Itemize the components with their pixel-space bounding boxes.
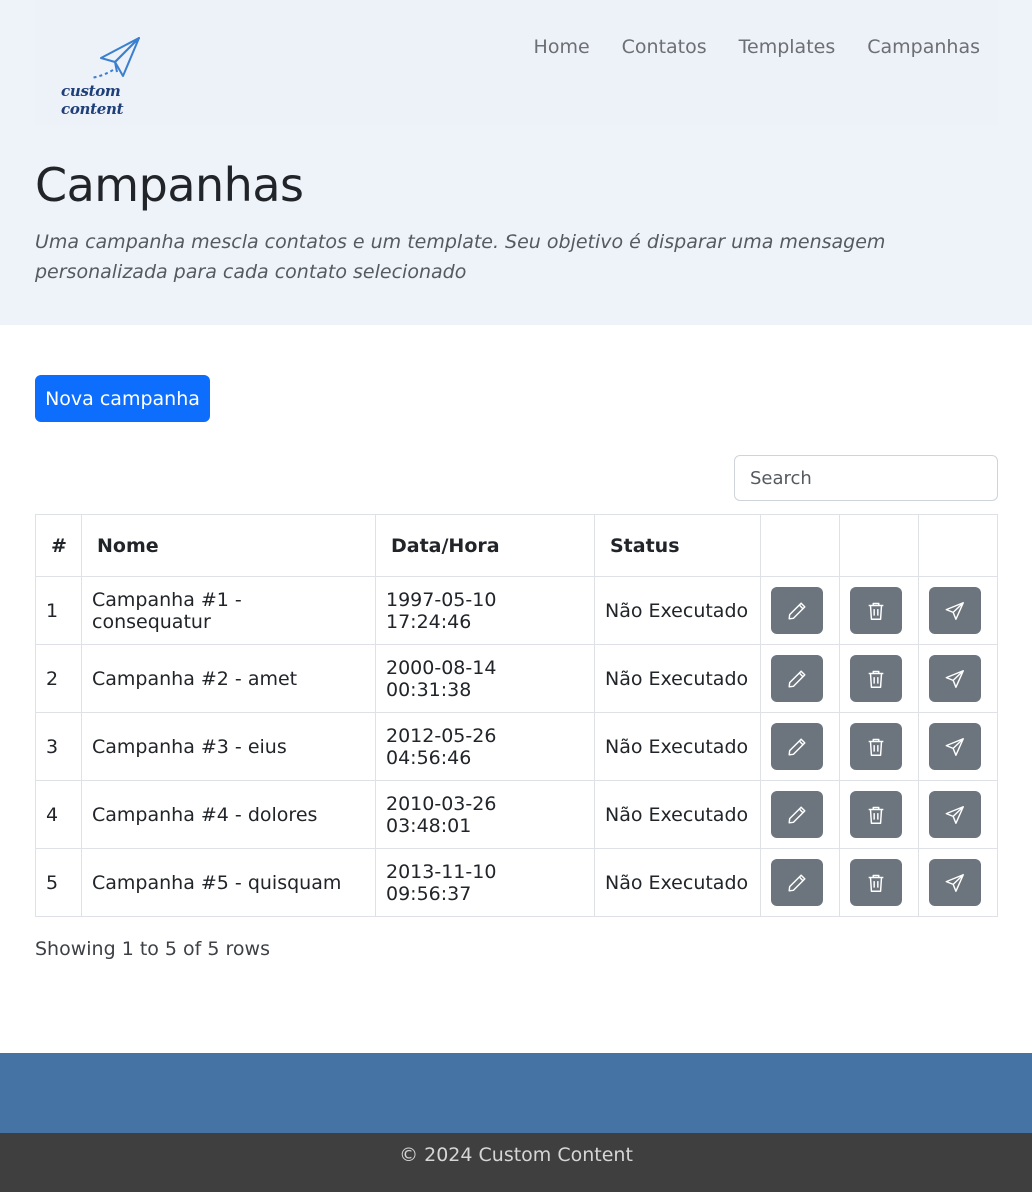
cell-status: Não Executado — [594, 780, 761, 849]
cell-nome: Campanha #1 - consequatur — [81, 576, 376, 645]
send-icon — [944, 600, 966, 622]
cell-status: Não Executado — [594, 712, 761, 781]
main-nav: Home Contatos Templates Campanhas — [518, 34, 980, 60]
header-send — [918, 514, 998, 577]
header-nome[interactable]: Nome — [81, 514, 376, 577]
cell-status: Não Executado — [594, 848, 761, 917]
edit-button[interactable] — [771, 655, 823, 702]
pencil-icon — [786, 736, 808, 758]
paper-plane-logo-icon — [90, 37, 140, 79]
delete-button[interactable] — [850, 859, 902, 906]
header-id[interactable]: # — [35, 514, 82, 577]
cell-status: Não Executado — [594, 644, 761, 713]
header-delete — [839, 514, 919, 577]
send-button[interactable] — [929, 859, 981, 906]
cell-status: Não Executado — [594, 576, 761, 645]
pagination-summary: Showing 1 to 5 of 5 rows — [35, 938, 270, 960]
delete-button[interactable] — [850, 655, 902, 702]
cell-id: 3 — [35, 712, 82, 781]
table-row[interactable]: 1 Campanha #1 - consequatur 1997-05-10 17:… — [35, 576, 998, 645]
cell-action — [918, 848, 998, 917]
hero-section: custom content Home Contatos Templates C… — [0, 0, 1032, 325]
delete-button[interactable] — [850, 723, 902, 770]
cell-action — [839, 780, 919, 849]
footer-copyright: © 2024 Custom Content — [399, 1144, 633, 1166]
cell-action — [839, 576, 919, 645]
nav-item-home[interactable]: Home — [518, 34, 606, 60]
cell-action — [918, 780, 998, 849]
new-campaign-button[interactable]: Nova campanha — [35, 375, 210, 422]
header-edit — [760, 514, 840, 577]
navbar: custom content Home Contatos Templates C… — [35, 0, 998, 125]
cell-data-hora: 1997-05-10 17:24:46 — [375, 576, 595, 645]
edit-button[interactable] — [771, 723, 823, 770]
pencil-icon — [786, 804, 808, 826]
send-button[interactable] — [929, 723, 981, 770]
trash-icon — [865, 804, 887, 826]
nav-item-templates[interactable]: Templates — [723, 34, 852, 60]
trash-icon — [865, 872, 887, 894]
cell-action — [918, 576, 998, 645]
header-status[interactable]: Status — [594, 514, 761, 577]
cell-nome: Campanha #4 - dolores — [81, 780, 376, 849]
campaigns-table: # Nome Data/Hora Status 1 Campanha #1 - c… — [35, 514, 998, 917]
cell-action — [918, 644, 998, 713]
delete-button[interactable] — [850, 791, 902, 838]
cell-action — [760, 644, 840, 713]
delete-button[interactable] — [850, 587, 902, 634]
brand-logo[interactable]: custom content — [61, 36, 171, 118]
send-icon — [944, 736, 966, 758]
table-row[interactable]: 4 Campanha #4 - dolores 2010-03-26 03:48:0… — [35, 780, 998, 849]
trash-icon — [865, 736, 887, 758]
page-subtitle: Uma campanha mescla contatos e um templa… — [35, 231, 886, 283]
table-row[interactable]: 5 Campanha #5 - quisquam 2013-11-10 09:56:… — [35, 848, 998, 917]
cell-action — [918, 712, 998, 781]
cell-action — [760, 780, 840, 849]
footer: © 2024 Custom Content — [0, 1133, 1032, 1192]
nav-item-contatos[interactable]: Contatos — [606, 34, 723, 60]
trash-icon — [865, 668, 887, 690]
cell-id: 2 — [35, 644, 82, 713]
pencil-icon — [786, 600, 808, 622]
table-row[interactable]: 3 Campanha #3 - eius 2012-05-26 04:56:46 Nã… — [35, 712, 998, 781]
cell-data-hora: 2013-11-10 09:56:37 — [375, 848, 595, 917]
trash-icon — [865, 600, 887, 622]
cell-data-hora: 2000-08-14 00:31:38 — [375, 644, 595, 713]
cell-id: 4 — [35, 780, 82, 849]
cell-action — [839, 848, 919, 917]
table-header-row: # Nome Data/Hora Status — [35, 514, 998, 577]
cell-id: 5 — [35, 848, 82, 917]
cell-action — [839, 644, 919, 713]
cell-data-hora: 2010-03-26 03:48:01 — [375, 780, 595, 849]
edit-button[interactable] — [771, 587, 823, 634]
cell-nome: Campanha #3 - eius — [81, 712, 376, 781]
cell-id: 1 — [35, 576, 82, 645]
cell-nome: Campanha #5 - quisquam — [81, 848, 376, 917]
page-title: Campanhas — [35, 158, 304, 212]
pencil-icon — [786, 668, 808, 690]
cell-action — [839, 712, 919, 781]
send-button[interactable] — [929, 791, 981, 838]
send-icon — [944, 668, 966, 690]
footer-band — [0, 1053, 1032, 1133]
send-icon — [944, 804, 966, 826]
send-icon — [944, 872, 966, 894]
nav-item-campanhas[interactable]: Campanhas — [851, 34, 980, 60]
cell-nome: Campanha #2 - amet — [81, 644, 376, 713]
cell-data-hora: 2012-05-26 04:56:46 — [375, 712, 595, 781]
brand-logo-text: custom content — [61, 82, 124, 118]
edit-button[interactable] — [771, 859, 823, 906]
pencil-icon — [786, 872, 808, 894]
edit-button[interactable] — [771, 791, 823, 838]
cell-action — [760, 848, 840, 917]
send-button[interactable] — [929, 655, 981, 702]
table-row[interactable]: 2 Campanha #2 - amet 2000-08-14 00:31:38 Nã… — [35, 644, 998, 713]
cell-action — [760, 576, 840, 645]
header-data-hora[interactable]: Data/Hora — [375, 514, 595, 577]
send-button[interactable] — [929, 587, 981, 634]
search-input[interactable] — [734, 455, 998, 501]
cell-action — [760, 712, 840, 781]
